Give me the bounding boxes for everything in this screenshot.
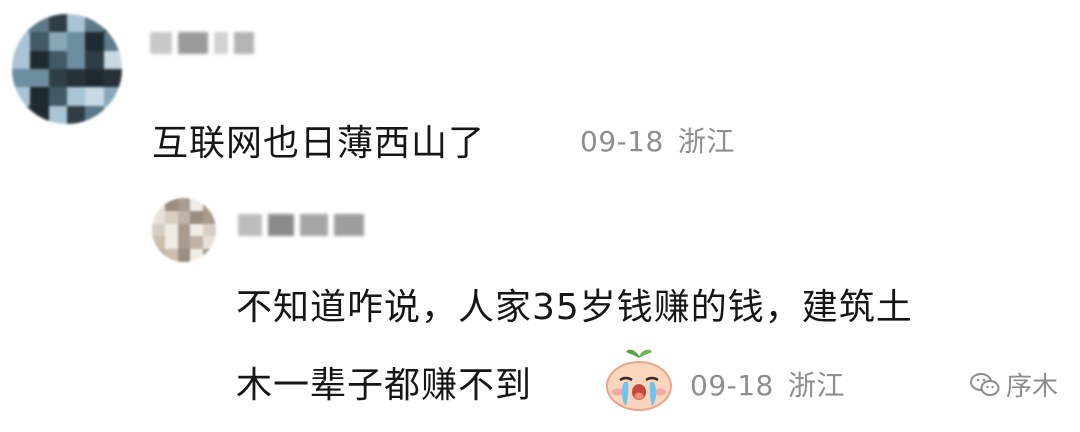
- comment-date: 09-18: [580, 125, 664, 158]
- avatar-mosaic-tile: [67, 87, 86, 106]
- comment-meta: 09-18 浙江: [580, 120, 735, 160]
- reply-location: 浙江: [787, 369, 845, 402]
- avatar-mosaic-tile: [85, 87, 104, 106]
- avatar[interactable]: [12, 14, 122, 124]
- wechat-icon: [969, 372, 1000, 396]
- reply-text-line: 木一辈子都赚不到: [236, 365, 533, 406]
- avatar-mosaic-tile: [152, 210, 165, 224]
- avatar-mosaic-tile: [67, 50, 86, 69]
- avatar-mosaic-tile: [85, 14, 104, 33]
- reply-avatar[interactable]: [152, 198, 216, 262]
- avatar-mosaic-tile: [103, 50, 122, 69]
- avatar-mosaic-tile: [177, 236, 191, 250]
- avatar-mosaic-tile: [85, 105, 104, 124]
- reply-text-line: 不知道咋说，人家35岁钱赚的钱，建筑土: [236, 287, 913, 328]
- reply-meta: 09-18 浙江: [690, 364, 845, 404]
- avatar-mosaic-tile: [85, 32, 104, 51]
- username-blurred[interactable]: [150, 32, 254, 54]
- avatar-mosaic-tile: [48, 105, 67, 124]
- avatar-mosaic-tile: [30, 105, 49, 124]
- avatar-mosaic-tile: [190, 223, 204, 237]
- avatar-mosaic-tile: [203, 236, 216, 250]
- avatar-mosaic-tile: [30, 14, 49, 33]
- avatar-mosaic-tile: [177, 210, 191, 224]
- avatar-mosaic-tile: [177, 198, 191, 211]
- avatar-mosaic-tile: [152, 223, 165, 237]
- avatar-mosaic-tile: [103, 14, 122, 33]
- avatar-mosaic-tile: [203, 198, 216, 211]
- watermark: 序木: [969, 366, 1058, 403]
- avatar-mosaic-tile: [30, 69, 49, 88]
- avatar-mosaic-tile: [48, 87, 67, 106]
- avatar-mosaic-tile: [30, 50, 49, 69]
- avatar-mosaic-tile: [164, 249, 178, 262]
- avatar-mosaic-tile: [152, 198, 165, 211]
- avatar-mosaic-tile: [12, 14, 31, 33]
- avatar-mosaic-tile: [85, 69, 104, 88]
- avatar-mosaic-tile: [152, 249, 165, 262]
- avatar-mosaic-tile: [30, 87, 49, 106]
- avatar-mosaic-tile: [12, 105, 31, 124]
- reply-date: 09-18: [690, 369, 774, 402]
- avatar-mosaic-tile: [12, 87, 31, 106]
- avatar-mosaic-tile: [48, 14, 67, 33]
- avatar-mosaic-tile: [103, 105, 122, 124]
- avatar-mosaic-tile: [48, 69, 67, 88]
- avatar-mosaic-tile: [203, 223, 216, 237]
- comment-text: 互联网也日薄西山了: [152, 123, 486, 164]
- avatar-mosaic-tile: [67, 105, 86, 124]
- avatar-mosaic-tile: [12, 32, 31, 51]
- avatar-mosaic-tile: [203, 249, 216, 262]
- avatar-mosaic-tile: [103, 69, 122, 88]
- avatar-mosaic-tile: [12, 69, 31, 88]
- avatar-mosaic-tile: [152, 236, 165, 250]
- avatar-mosaic-tile: [203, 210, 216, 224]
- avatar-mosaic-tile: [164, 210, 178, 224]
- avatar-mosaic-tile: [190, 236, 204, 250]
- avatar-mosaic-tile: [190, 249, 204, 262]
- crying-emoji-icon: [606, 349, 672, 411]
- avatar-mosaic-tile: [164, 236, 178, 250]
- avatar-mosaic-tile: [103, 87, 122, 106]
- comment-location: 浙江: [677, 125, 735, 158]
- avatar-mosaic-tile: [48, 32, 67, 51]
- avatar-mosaic-tile: [30, 32, 49, 51]
- avatar-mosaic-tile: [85, 50, 104, 69]
- avatar-mosaic-tile: [177, 249, 191, 262]
- avatar-mosaic-tile: [67, 69, 86, 88]
- avatar-mosaic-tile: [190, 198, 204, 211]
- avatar-mosaic-tile: [48, 50, 67, 69]
- avatar-mosaic-tile: [12, 50, 31, 69]
- avatar-mosaic-tile: [67, 14, 86, 33]
- avatar-mosaic-tile: [190, 210, 204, 224]
- avatar-mosaic-tile: [67, 32, 86, 51]
- reply-username-blurred[interactable]: [238, 214, 364, 236]
- avatar-mosaic-tile: [103, 32, 122, 51]
- avatar-mosaic-tile: [164, 198, 178, 211]
- avatar-mosaic-tile: [164, 223, 178, 237]
- watermark-label: 序木: [1005, 372, 1058, 402]
- avatar-mosaic-tile: [177, 223, 191, 237]
